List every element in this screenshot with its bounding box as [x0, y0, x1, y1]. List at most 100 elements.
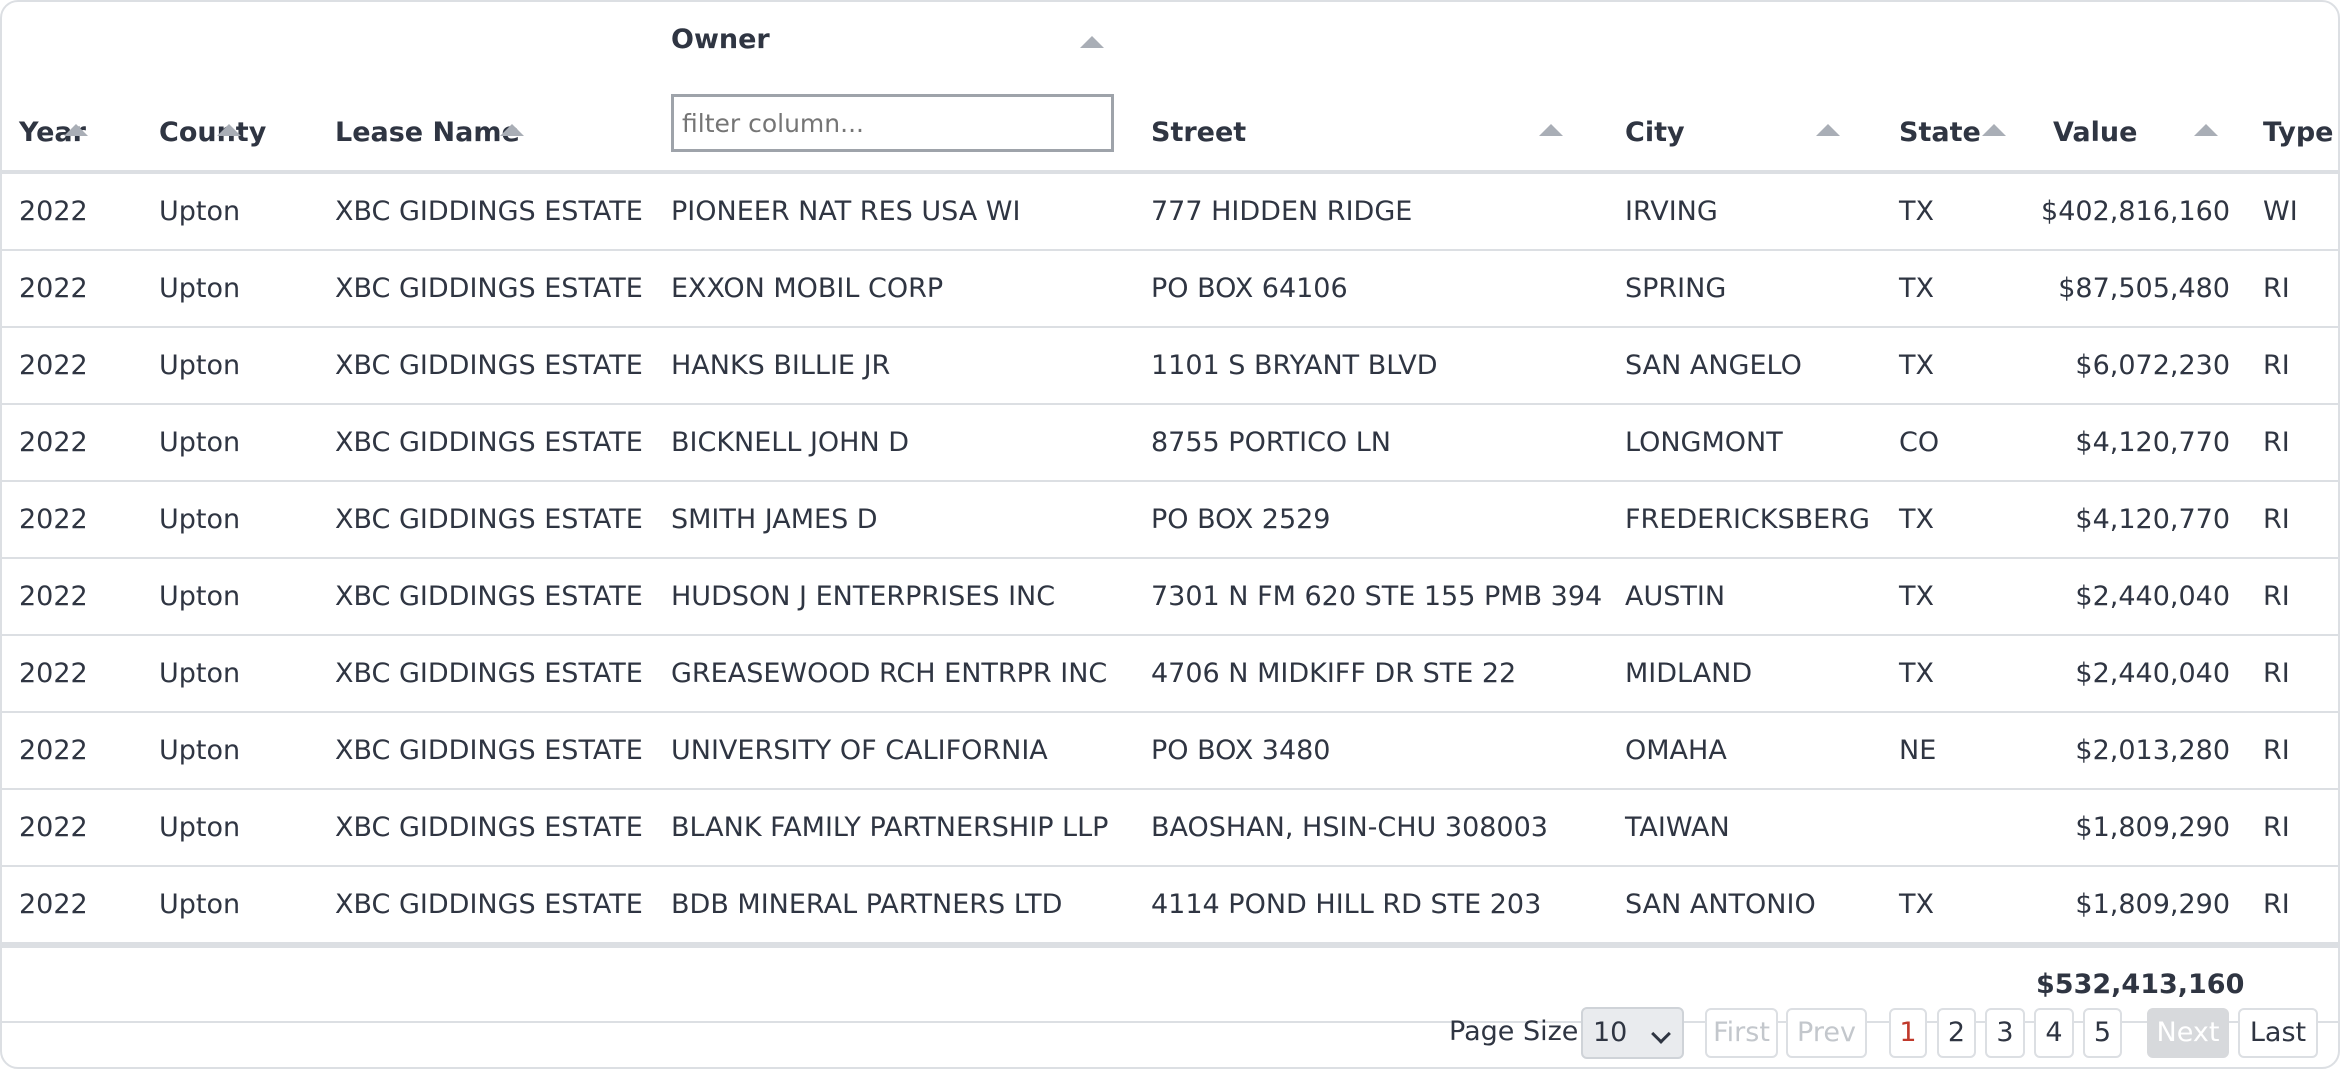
table-row[interactable]: 2022 Upton XBC GIDDINGS ESTATE HUDSON J ENT… [2, 558, 2338, 636]
sort-ascending-icon[interactable] [1080, 36, 1104, 48]
first-page-button[interactable]: First [1705, 1008, 1778, 1058]
cell-type: RI [2246, 327, 2338, 405]
sort-ascending-icon[interactable] [217, 124, 241, 136]
cell-year: 2022 [2, 635, 142, 713]
column-header-owner[interactable]: Owner [654, 2, 1134, 174]
cell-county: Upton [142, 481, 318, 559]
cell-type: RI [2246, 635, 2338, 713]
cell-city: TAIWAN [1608, 789, 1882, 867]
header-row: Year County Lease Name Owner Stre [2, 2, 2338, 174]
cell-state [1882, 789, 2036, 867]
cell-owner: HANKS BILLIE JR [654, 327, 1134, 405]
sort-ascending-icon[interactable] [1982, 124, 2006, 136]
cell-value: $4,120,770 [2036, 404, 2246, 482]
prev-page-button[interactable]: Prev [1786, 1008, 1867, 1058]
column-header-label: Owner [671, 24, 770, 55]
cell-state: TX [1882, 327, 2036, 405]
cell-county: Upton [142, 712, 318, 790]
table-row[interactable]: 2022 Upton XBC GIDDINGS ESTATE BICKNELL JOH… [2, 404, 2338, 482]
cell-street: PO BOX 64106 [1134, 250, 1608, 328]
page-button-5[interactable]: 5 [2083, 1008, 2122, 1058]
table-row[interactable]: 2022 Upton XBC GIDDINGS ESTATE HANKS BILLIE… [2, 327, 2338, 405]
column-header-lease-name[interactable]: Lease Name [318, 2, 654, 174]
cell-value: $6,072,230 [2036, 327, 2246, 405]
cell-street: 1101 S BRYANT BLVD [1134, 327, 1608, 405]
cell-value: $2,440,040 [2036, 558, 2246, 636]
cell-county: Upton [142, 558, 318, 636]
table-row[interactable]: 2022 Upton XBC GIDDINGS ESTATE GREASEWOOD R… [2, 635, 2338, 713]
cell-type: WI [2246, 172, 2338, 251]
cell-value: $1,809,290 [2036, 866, 2246, 946]
cell-city: MIDLAND [1608, 635, 1882, 713]
cell-lease-name: XBC GIDDINGS ESTATE [318, 481, 654, 559]
cell-state: TX [1882, 250, 2036, 328]
cell-year: 2022 [2, 558, 142, 636]
page-button-3[interactable]: 3 [1985, 1008, 2025, 1058]
cell-city: LONGMONT [1608, 404, 1882, 482]
column-header-label: County [159, 117, 267, 148]
cell-city: IRVING [1608, 172, 1882, 251]
cell-year: 2022 [2, 712, 142, 790]
column-header-street[interactable]: Street [1134, 2, 1608, 174]
pagination-bar: Page Size 10 First Prev 1 2 3 4 5 Next L… [2, 998, 2338, 1064]
chevron-down-icon [1651, 1024, 1671, 1044]
cell-county: Upton [142, 250, 318, 328]
page-button-2[interactable]: 2 [1937, 1008, 1976, 1058]
cell-lease-name: XBC GIDDINGS ESTATE [318, 558, 654, 636]
cell-city: SAN ANGELO [1608, 327, 1882, 405]
column-header-label: Street [1151, 117, 1247, 148]
page-size-value: 10 [1593, 1017, 1628, 1048]
cell-county: Upton [142, 866, 318, 946]
cell-city: SAN ANTONIO [1608, 866, 1882, 946]
column-header-city[interactable]: City [1608, 2, 1882, 174]
column-header-state[interactable]: State [1882, 2, 2036, 174]
table-row[interactable]: 2022 Upton XBC GIDDINGS ESTATE EXXON MOBIL … [2, 250, 2338, 328]
cell-street: 8755 PORTICO LN [1134, 404, 1608, 482]
cell-lease-name: XBC GIDDINGS ESTATE [318, 712, 654, 790]
last-page-button[interactable]: Last [2238, 1008, 2318, 1058]
table-row[interactable]: 2022 Upton XBC GIDDINGS ESTATE SMITH JAMES … [2, 481, 2338, 559]
cell-street: BAOSHAN, HSIN-CHU 308003 [1134, 789, 1608, 867]
cell-county: Upton [142, 404, 318, 482]
cell-state: TX [1882, 558, 2036, 636]
cell-lease-name: XBC GIDDINGS ESTATE [318, 635, 654, 713]
cell-type: RI [2246, 558, 2338, 636]
cell-street: PO BOX 3480 [1134, 712, 1608, 790]
cell-owner: SMITH JAMES D [654, 481, 1134, 559]
cell-lease-name: XBC GIDDINGS ESTATE [318, 327, 654, 405]
cell-type: RI [2246, 481, 2338, 559]
cell-type: RI [2246, 404, 2338, 482]
column-header-year[interactable]: Year [2, 2, 142, 174]
cell-owner: BLANK FAMILY PARTNERSHIP LLP [654, 789, 1134, 867]
cell-owner: GREASEWOOD RCH ENTRPR INC [654, 635, 1134, 713]
sort-ascending-icon[interactable] [1539, 124, 1563, 136]
column-header-value[interactable]: Value [2036, 2, 2246, 174]
sort-ascending-icon[interactable] [1816, 124, 1840, 136]
cell-lease-name: XBC GIDDINGS ESTATE [318, 250, 654, 328]
cell-value: $4,120,770 [2036, 481, 2246, 559]
cell-county: Upton [142, 635, 318, 713]
table-row[interactable]: 2022 Upton XBC GIDDINGS ESTATE BDB MINERAL … [2, 866, 2338, 946]
cell-value: $402,816,160 [2036, 172, 2246, 251]
sort-ascending-icon[interactable] [64, 124, 88, 136]
table-row[interactable]: 2022 Upton XBC GIDDINGS ESTATE UNIVERSITY O… [2, 712, 2338, 790]
cell-street: 777 HIDDEN RIDGE [1134, 172, 1608, 251]
sort-ascending-icon[interactable] [500, 124, 524, 136]
sort-ascending-icon[interactable] [2194, 124, 2218, 136]
cell-city: OMAHA [1608, 712, 1882, 790]
column-header-label: State [1899, 117, 1981, 148]
table-row[interactable]: 2022 Upton XBC GIDDINGS ESTATE PIONEER NAT … [2, 172, 2338, 251]
next-page-button[interactable]: Next [2147, 1008, 2229, 1058]
data-table-panel: Year County Lease Name Owner Stre [0, 0, 2340, 1069]
cell-state: TX [1882, 481, 2036, 559]
owner-filter-input[interactable] [671, 94, 1114, 152]
column-header-county[interactable]: County [142, 2, 318, 174]
column-header-type[interactable]: Type [2246, 2, 2338, 174]
page-button-1[interactable]: 1 [1889, 1008, 1927, 1058]
table-row[interactable]: 2022 Upton XBC GIDDINGS ESTATE BLANK FAMILY… [2, 789, 2338, 867]
cell-value: $87,505,480 [2036, 250, 2246, 328]
page-button-4[interactable]: 4 [2034, 1008, 2074, 1058]
page-size-select[interactable]: 10 [1581, 1007, 1684, 1059]
cell-owner: BICKNELL JOHN D [654, 404, 1134, 482]
cell-type: RI [2246, 250, 2338, 328]
